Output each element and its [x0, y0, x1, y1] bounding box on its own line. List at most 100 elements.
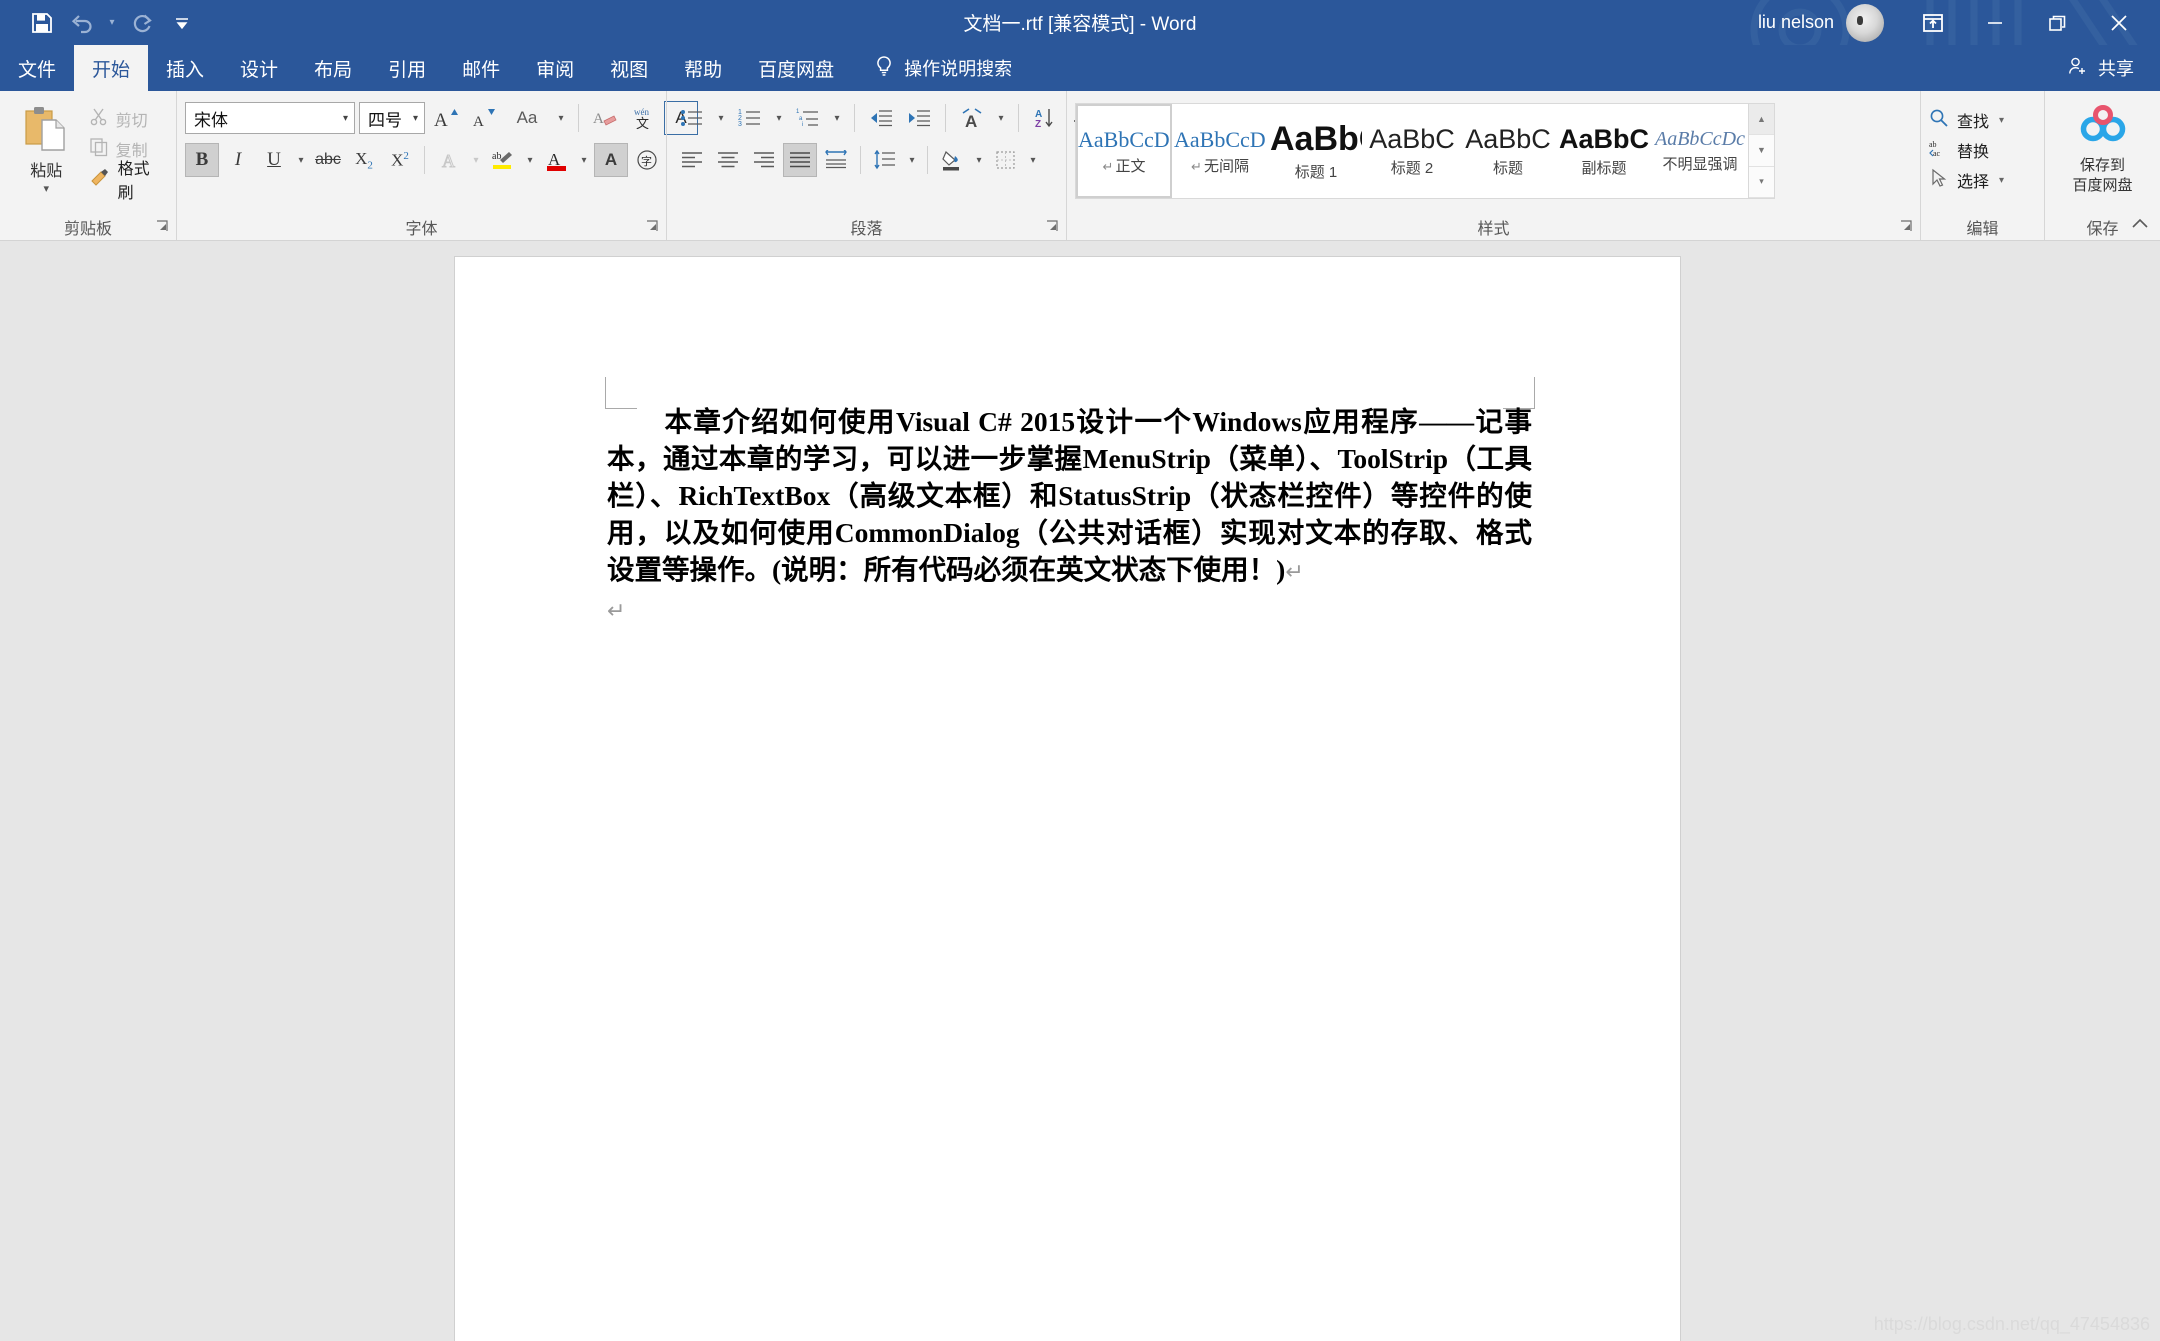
paste-dropdown-icon[interactable]: ▾	[44, 184, 50, 195]
find-dropdown-icon[interactable]: ▾	[1999, 115, 2004, 126]
justify-button[interactable]	[783, 143, 817, 177]
shading-button[interactable]	[935, 143, 969, 177]
tab-references[interactable]: 引用	[370, 45, 444, 91]
tab-baidu-netdisk[interactable]: 百度网盘	[740, 45, 852, 91]
superscript-button[interactable]: X2	[383, 143, 417, 177]
tell-me-search[interactable]: 操作说明搜索	[852, 45, 1012, 91]
bullets-dropdown-icon[interactable]: ▾	[713, 101, 729, 135]
paragraph-dialog-launcher-icon[interactable]	[1046, 220, 1060, 234]
asian-layout-button[interactable]: A	[955, 101, 989, 135]
style-item-title[interactable]: AaBbC 标题	[1460, 104, 1556, 198]
ribbon-display-options-icon[interactable]	[1902, 0, 1964, 45]
align-left-button[interactable]	[675, 143, 709, 177]
multilevel-dropdown-icon[interactable]: ▾	[829, 101, 845, 135]
document-page[interactable]: 本章介绍如何使用Visual C# 2015设计一个Windows应用程序——记…	[455, 257, 1680, 1341]
tab-mailings[interactable]: 邮件	[444, 45, 518, 91]
share-button[interactable]: 共享	[2067, 45, 2160, 91]
styles-scroll-up-icon[interactable]: ▲	[1749, 104, 1774, 136]
tab-file[interactable]: 文件	[0, 45, 74, 91]
align-center-button[interactable]	[711, 143, 745, 177]
underline-button[interactable]: U	[257, 143, 291, 177]
numbering-button[interactable]: 123	[733, 101, 767, 135]
redo-icon[interactable]	[122, 4, 162, 42]
bullets-button[interactable]	[675, 101, 709, 135]
undo-dropdown-icon[interactable]: ▾	[102, 4, 122, 42]
italic-button[interactable]: I	[221, 143, 255, 177]
select-dropdown-icon[interactable]: ▾	[1999, 175, 2004, 186]
tab-design[interactable]: 设计	[222, 45, 296, 91]
style-item-normal[interactable]: AaBbCcDc ↵ 正文	[1076, 104, 1172, 198]
tab-review[interactable]: 审阅	[518, 45, 592, 91]
distributed-button[interactable]	[819, 143, 853, 177]
collapse-ribbon-icon[interactable]	[2130, 217, 2150, 234]
customize-quick-access-icon[interactable]	[162, 4, 202, 42]
tab-home[interactable]: 开始	[74, 45, 149, 91]
numbering-dropdown-icon[interactable]: ▾	[771, 101, 787, 135]
sort-button[interactable]: AZ	[1028, 101, 1062, 135]
tab-view[interactable]: 视图	[592, 45, 666, 91]
restore-icon[interactable]	[2026, 0, 2088, 45]
format-painter-button[interactable]: 格式刷	[85, 161, 168, 202]
font-color-dropdown-icon[interactable]: ▾	[576, 143, 592, 177]
document-body-text[interactable]: 本章介绍如何使用Visual C# 2015设计一个Windows应用程序——记…	[607, 403, 1532, 629]
text-effects-dropdown-icon[interactable]: ▾	[468, 143, 484, 177]
style-item-heading-2[interactable]: AaBbC 标题 2	[1364, 104, 1460, 198]
undo-icon[interactable]	[62, 4, 102, 42]
clear-formatting-button[interactable]: A	[588, 101, 622, 135]
phonetic-guide-button[interactable]: wén 文	[626, 101, 660, 135]
font-color-button[interactable]: A	[540, 143, 574, 177]
change-case-button[interactable]: Aa	[505, 101, 549, 135]
grow-font-button[interactable]: A	[429, 101, 463, 135]
subscript-button[interactable]: X2	[347, 143, 381, 177]
change-case-dropdown-icon[interactable]: ▾	[553, 101, 569, 135]
replace-button[interactable]: ab ac 替换	[1929, 135, 1989, 165]
avatar[interactable]	[1846, 3, 1884, 42]
style-item-subtle-emphasis[interactable]: AaBbCcDc 不明显强调	[1652, 104, 1748, 198]
bold-button[interactable]: B	[185, 143, 219, 177]
title-bar: ▾ 文档一.rtf [兼容模式] - Word liu nelson	[0, 0, 2160, 45]
font-size-combobox[interactable]: 四号 ▾	[359, 102, 425, 134]
document-area[interactable]: 本章介绍如何使用Visual C# 2015设计一个Windows应用程序——记…	[0, 241, 2160, 1341]
minimize-icon[interactable]	[1964, 0, 2026, 45]
multilevel-list-button[interactable]: 1ai	[791, 101, 825, 135]
text-highlight-button[interactable]: ab	[486, 143, 520, 177]
strikethrough-button[interactable]: abc	[311, 143, 345, 177]
style-item-no-spacing[interactable]: AaBbCcDc ↵ 无间隔	[1172, 104, 1268, 198]
shrink-font-button[interactable]: A	[467, 101, 501, 135]
asian-layout-dropdown-icon[interactable]: ▾	[993, 101, 1009, 135]
styles-scroll-down-icon[interactable]: ▼	[1749, 135, 1774, 167]
save-to-baidu-netdisk-button[interactable]: 保存到 百度网盘	[2053, 101, 2152, 196]
enclose-characters-button[interactable]: 字	[630, 143, 664, 177]
group-editing: 查找 ▾ ab ac 替换 选择 ▾ 编辑	[1920, 91, 2044, 240]
tab-insert[interactable]: 插入	[148, 45, 222, 91]
find-button[interactable]: 查找 ▾	[1929, 105, 2004, 135]
align-right-button[interactable]	[747, 143, 781, 177]
shading-dropdown-icon[interactable]: ▾	[971, 143, 987, 177]
tab-help[interactable]: 帮助	[666, 45, 740, 91]
highlight-dropdown-icon[interactable]: ▾	[522, 143, 538, 177]
style-item-heading-1[interactable]: AaBbC 标题 1	[1268, 104, 1364, 198]
text-effects-button[interactable]: A	[432, 143, 466, 177]
borders-button[interactable]	[989, 143, 1023, 177]
cut-button[interactable]: 剪切	[85, 105, 168, 133]
increase-indent-button[interactable]	[902, 101, 936, 135]
styles-more-icon[interactable]: ▾	[1749, 166, 1774, 198]
select-button[interactable]: 选择 ▾	[1929, 165, 2004, 195]
decrease-indent-button[interactable]	[864, 101, 898, 135]
font-dialog-launcher-icon[interactable]	[646, 220, 660, 234]
styles-dialog-launcher-icon[interactable]	[1900, 220, 1914, 234]
paste-button[interactable]: 粘贴 ▾	[8, 101, 85, 195]
tab-layout[interactable]: 布局	[296, 45, 370, 91]
line-spacing-button[interactable]	[868, 143, 902, 177]
style-label: 不明显强调	[1662, 156, 1738, 173]
group-label-editing: 编辑	[1966, 221, 1999, 238]
character-shading-button[interactable]: A	[594, 143, 628, 177]
close-icon[interactable]	[2088, 0, 2150, 45]
font-name-combobox[interactable]: 宋体 ▾	[185, 102, 355, 134]
save-icon[interactable]	[22, 4, 62, 42]
style-item-subtitle[interactable]: AaBbC 副标题	[1556, 104, 1652, 198]
clipboard-dialog-launcher-icon[interactable]	[156, 220, 170, 234]
underline-dropdown-icon[interactable]: ▾	[293, 143, 309, 177]
line-spacing-dropdown-icon[interactable]: ▾	[904, 143, 920, 177]
borders-dropdown-icon[interactable]: ▾	[1025, 143, 1041, 177]
